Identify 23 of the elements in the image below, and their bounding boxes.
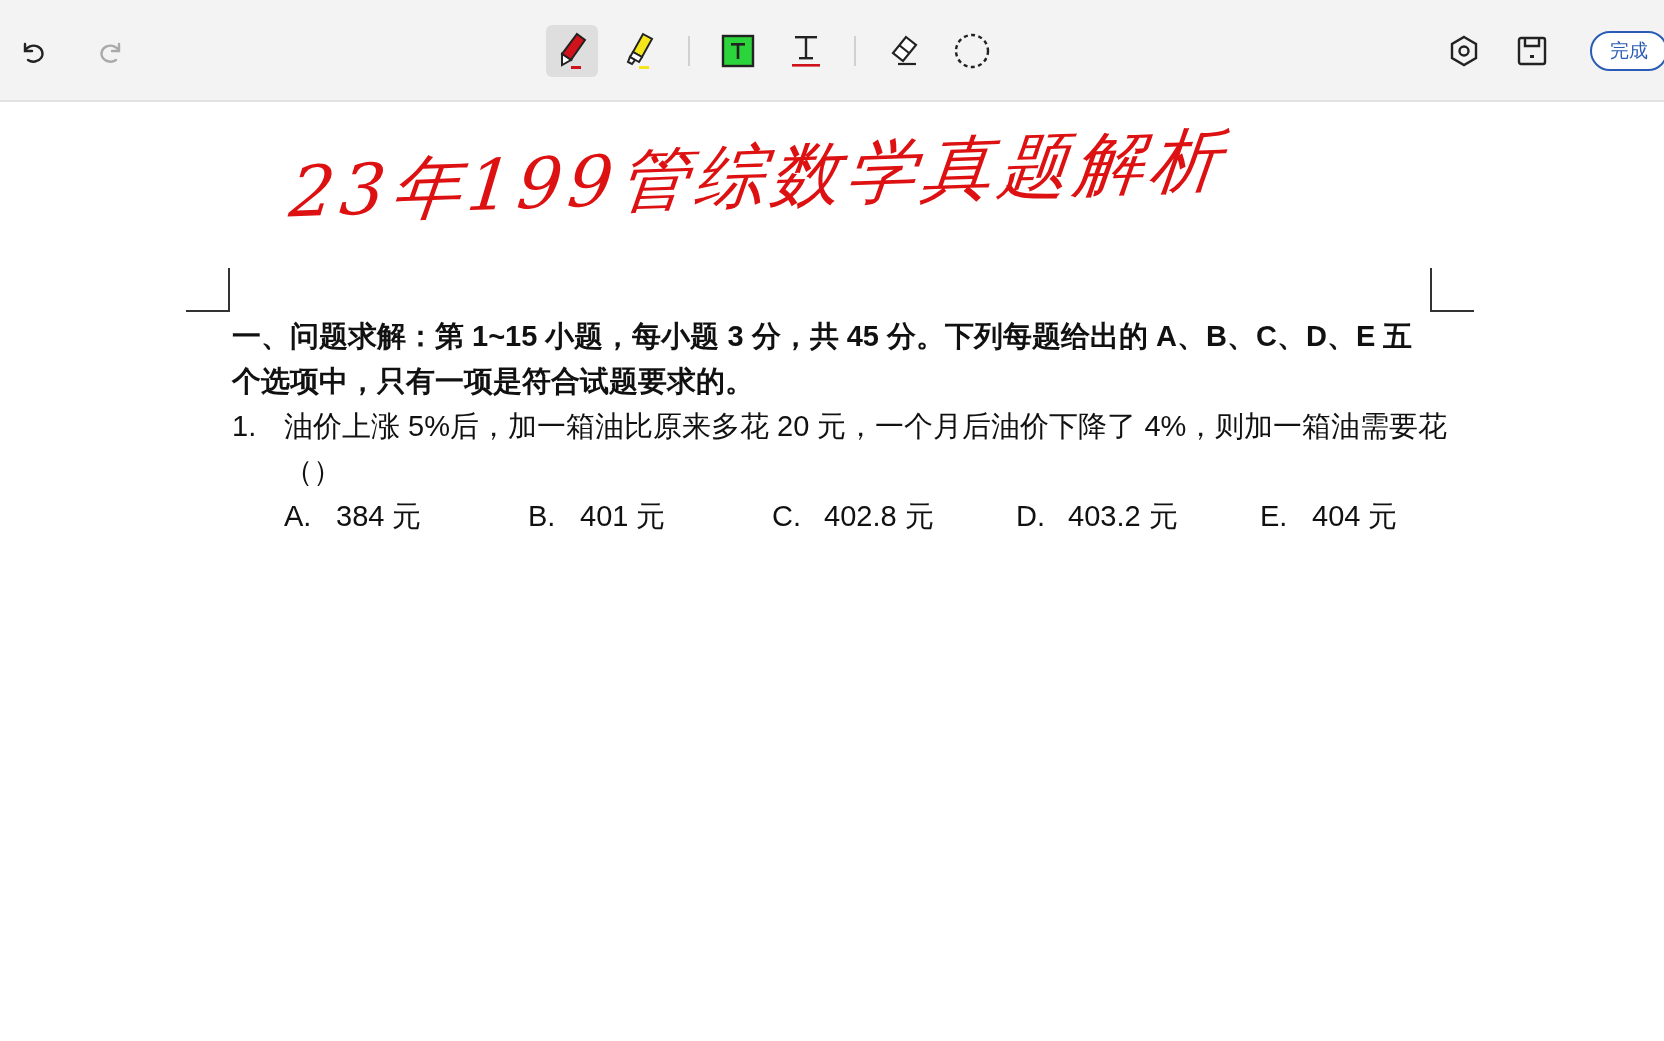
save-icon [1516, 35, 1548, 67]
option-letter: D. [1016, 499, 1046, 534]
option-value: 402.8 元 [824, 499, 934, 534]
option-value: 404 元 [1312, 499, 1398, 534]
crop-mark [1430, 268, 1474, 312]
option-letter: E. [1260, 499, 1289, 534]
question-text: 油价上涨 5%后，加一箱油比原来多花 20 元，一个月后油价下降了 4%，则加一箱油需要花（） [284, 409, 1449, 489]
option-letter: A. [284, 499, 313, 534]
text-tool-icon [789, 33, 823, 69]
handwritten-title: 23年199管综数学真题解析 [285, 117, 1232, 236]
crop-mark [186, 268, 230, 312]
option-letter: B. [528, 499, 557, 534]
question-number: 1. [232, 409, 258, 444]
settings-icon [1449, 35, 1479, 67]
done-button[interactable]: 完成 [1590, 30, 1664, 72]
lasso-icon [953, 32, 991, 70]
option-value: 384 元 [336, 499, 422, 534]
option-value: 401 元 [580, 499, 666, 534]
section-heading: 一、问题求解：第 1~15 小题，每小题 3 分，共 45 分。下列每题给出的 A、B、C、D、E 五个选项中，只有一项是符合试题要求的。 [232, 319, 1414, 399]
option-letter: C. [772, 499, 802, 534]
text-box-icon [721, 34, 755, 68]
option-value: 403.2 元 [1068, 499, 1178, 534]
pen-button[interactable] [546, 25, 598, 77]
